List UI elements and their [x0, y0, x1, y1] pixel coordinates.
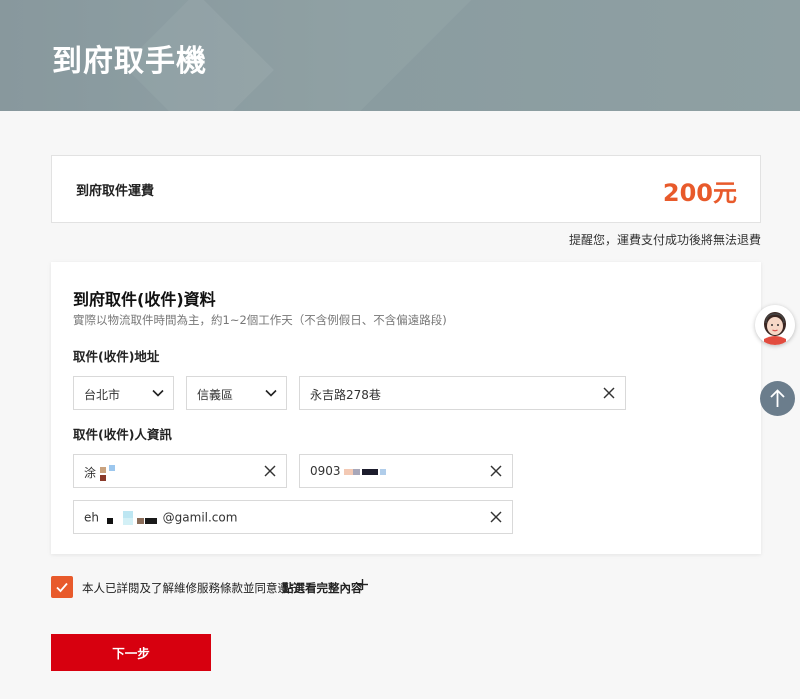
redacted-mask	[99, 464, 115, 481]
next-step-button[interactable]: 下一步	[51, 634, 211, 671]
city-select[interactable]: 台北市	[73, 376, 174, 410]
customer-service-avatar-icon[interactable]	[755, 305, 795, 345]
support-agent-icon	[755, 305, 795, 345]
clear-icon[interactable]	[264, 465, 276, 477]
chevron-down-icon	[152, 389, 164, 397]
address-label: 取件(收件)地址	[73, 349, 160, 364]
plus-icon[interactable]	[357, 579, 368, 590]
email-prefix: eh	[84, 510, 99, 525]
form-subtitle: 實際以物流取件時間為主，約1~2個工作天（不含例假日、不含偏遠路段)	[73, 313, 447, 327]
contact-label: 取件(收件)人資訊	[73, 427, 172, 442]
name-input[interactable]: 涂	[73, 454, 287, 488]
clear-icon[interactable]	[490, 465, 502, 477]
shipping-fee-amount: 200元	[662, 179, 737, 207]
street-value: 永吉路278巷	[310, 388, 381, 402]
email-suffix: @gamil.com	[162, 510, 238, 525]
redacted-mask	[106, 511, 157, 525]
chevron-down-icon	[265, 389, 277, 397]
shipping-fee-label: 到府取件運費	[76, 184, 155, 199]
clear-icon[interactable]	[490, 511, 502, 523]
phone-value: 0903	[310, 464, 388, 478]
email-value: eh @gamil.com	[84, 510, 237, 526]
clear-icon[interactable]	[603, 387, 615, 399]
agreement-text: 本人已詳閱及了解維修服務條款並同意遵守	[82, 581, 301, 595]
checkmark-icon	[56, 582, 68, 593]
name-prefix: 涂	[84, 466, 97, 480]
street-address-input[interactable]: 永吉路278巷	[299, 376, 626, 410]
page-banner: 到府取手機	[0, 0, 800, 111]
pickup-info-card: 到府取件(收件)資料 實際以物流取件時間為主，約1~2個工作天（不含例假日、不含…	[51, 262, 761, 554]
redacted-mask	[344, 468, 387, 475]
agreement-checkbox[interactable]	[51, 576, 73, 598]
shipping-fee-card: 到府取件運費 200元	[51, 155, 761, 223]
email-input[interactable]: eh @gamil.com	[73, 500, 513, 534]
terms-link[interactable]: 點選看完整內容	[282, 580, 363, 596]
name-value: 涂	[84, 464, 140, 483]
back-to-top-button[interactable]	[760, 381, 795, 416]
phone-prefix: 0903	[310, 464, 341, 478]
district-value: 信義區	[197, 388, 234, 402]
phone-input[interactable]: 0903	[299, 454, 513, 488]
page-title: 到府取手機	[52, 44, 207, 79]
form-title: 到府取件(收件)資料	[73, 290, 216, 309]
refund-notice: 提醒您，運費支付成功後將無法退費	[568, 233, 761, 247]
district-select[interactable]: 信義區	[186, 376, 287, 410]
city-value: 台北市	[84, 388, 121, 402]
arrow-up-icon	[770, 389, 785, 407]
